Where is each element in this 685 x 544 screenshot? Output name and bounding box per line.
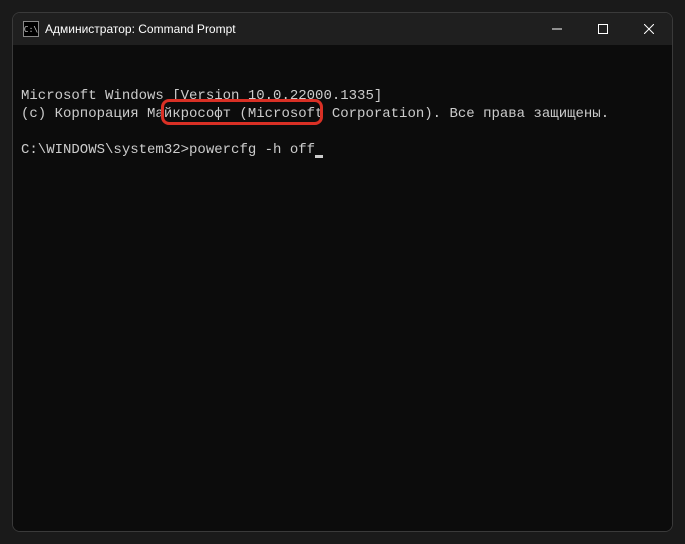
maximize-button[interactable]: [580, 13, 626, 45]
close-button[interactable]: [626, 13, 672, 45]
typed-command: powercfg -h off: [189, 142, 315, 158]
text-cursor: [315, 155, 323, 158]
terminal-icon: C:\: [23, 21, 39, 37]
terminal-area[interactable]: Microsoft Windows [Version 10.0.22000.13…: [13, 45, 672, 531]
command-prompt-window: C:\ Администратор: Command Prompt Micros…: [12, 12, 673, 532]
titlebar[interactable]: C:\ Администратор: Command Prompt: [13, 13, 672, 45]
version-line: Microsoft Windows [Version 10.0.22000.13…: [21, 87, 664, 105]
window-controls: [534, 13, 672, 45]
minimize-button[interactable]: [534, 13, 580, 45]
blank-line: [21, 123, 664, 141]
window-title: Администратор: Command Prompt: [45, 22, 534, 36]
copyright-line: (c) Корпорация Майкрософт (Microsoft Cor…: [21, 105, 664, 123]
prompt-line: C:\WINDOWS\system32>powercfg -h off: [21, 141, 664, 159]
prompt-path: C:\WINDOWS\system32>: [21, 142, 189, 158]
